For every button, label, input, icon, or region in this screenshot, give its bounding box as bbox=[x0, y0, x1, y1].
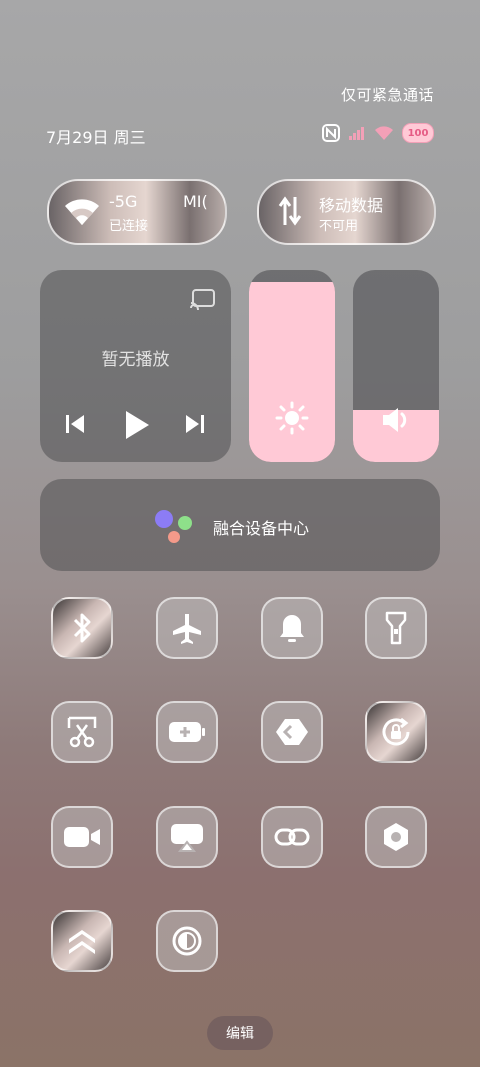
cast-icon[interactable] bbox=[190, 288, 216, 310]
cast-toggle[interactable] bbox=[261, 701, 323, 763]
next-track-icon[interactable] bbox=[185, 413, 205, 435]
hub-label: 融合设备中心 bbox=[213, 519, 310, 538]
battery-saver-toggle[interactable] bbox=[156, 701, 218, 763]
airplay-icon bbox=[170, 822, 204, 852]
previous-track-icon[interactable] bbox=[65, 413, 85, 435]
mobile-data-state: 不可用 bbox=[319, 219, 359, 234]
speaker-icon bbox=[381, 406, 411, 434]
flashlight-icon bbox=[384, 611, 408, 645]
brightness-slider[interactable] bbox=[249, 270, 335, 462]
performance-toggle[interactable] bbox=[51, 910, 113, 972]
media-title: 暂无播放 bbox=[101, 350, 170, 370]
nfc-icon bbox=[322, 124, 340, 142]
link-toggle[interactable] bbox=[261, 806, 323, 868]
bluetooth-toggle[interactable] bbox=[51, 597, 113, 659]
mobile-data-toggle[interactable]: 移动数据 不可用 bbox=[257, 179, 436, 245]
sun-icon bbox=[275, 401, 309, 435]
status-bar-icons: 100 bbox=[322, 122, 434, 144]
link-icon bbox=[274, 825, 310, 849]
hub-dots-icon bbox=[152, 509, 194, 545]
bell-icon bbox=[277, 612, 307, 644]
screen-mirror-toggle[interactable] bbox=[156, 806, 218, 868]
flashlight-toggle[interactable] bbox=[365, 597, 427, 659]
signal-icon bbox=[348, 126, 366, 140]
video-icon bbox=[63, 825, 101, 849]
screenshot-toggle[interactable] bbox=[51, 701, 113, 763]
contrast-icon bbox=[171, 925, 203, 957]
emergency-calls-text: 仅可紧急通话 bbox=[340, 86, 434, 104]
wifi-name: -5G bbox=[109, 192, 138, 211]
settings-toggle[interactable] bbox=[365, 806, 427, 868]
airplane-toggle[interactable] bbox=[156, 597, 218, 659]
battery-icon: 100 bbox=[402, 123, 434, 143]
dark-mode-toggle[interactable] bbox=[156, 910, 218, 972]
rotate-lock-icon bbox=[379, 715, 413, 749]
wifi-toggle[interactable]: -5G MI( 已连接 bbox=[47, 179, 227, 245]
screen-record-toggle[interactable] bbox=[51, 806, 113, 868]
scissors-icon bbox=[66, 716, 98, 748]
wifi-icon bbox=[63, 198, 101, 226]
airplane-icon bbox=[171, 612, 203, 644]
mobile-data-label: 移动数据 bbox=[319, 196, 384, 215]
volume-slider[interactable] bbox=[353, 270, 439, 462]
wifi-name-suffix: MI( bbox=[183, 192, 208, 211]
data-arrows-icon bbox=[277, 195, 303, 227]
hex-gear-icon bbox=[380, 821, 412, 853]
auto-rotate-toggle[interactable] bbox=[365, 701, 427, 763]
double-chevron-up-icon bbox=[66, 925, 98, 957]
wifi-icon bbox=[374, 125, 394, 141]
bluetooth-icon bbox=[71, 611, 93, 645]
wifi-state: 已连接 bbox=[109, 219, 149, 234]
media-player[interactable]: 暂无播放 bbox=[40, 270, 231, 462]
edit-button[interactable]: 编辑 bbox=[207, 1016, 273, 1050]
battery-plus-icon bbox=[168, 720, 206, 744]
play-icon[interactable] bbox=[124, 410, 150, 440]
device-hub[interactable]: 融合设备中心 bbox=[40, 479, 440, 571]
share-icon bbox=[275, 717, 309, 747]
date-text: 7月29日 周三 bbox=[46, 128, 146, 147]
ring-toggle[interactable] bbox=[261, 597, 323, 659]
